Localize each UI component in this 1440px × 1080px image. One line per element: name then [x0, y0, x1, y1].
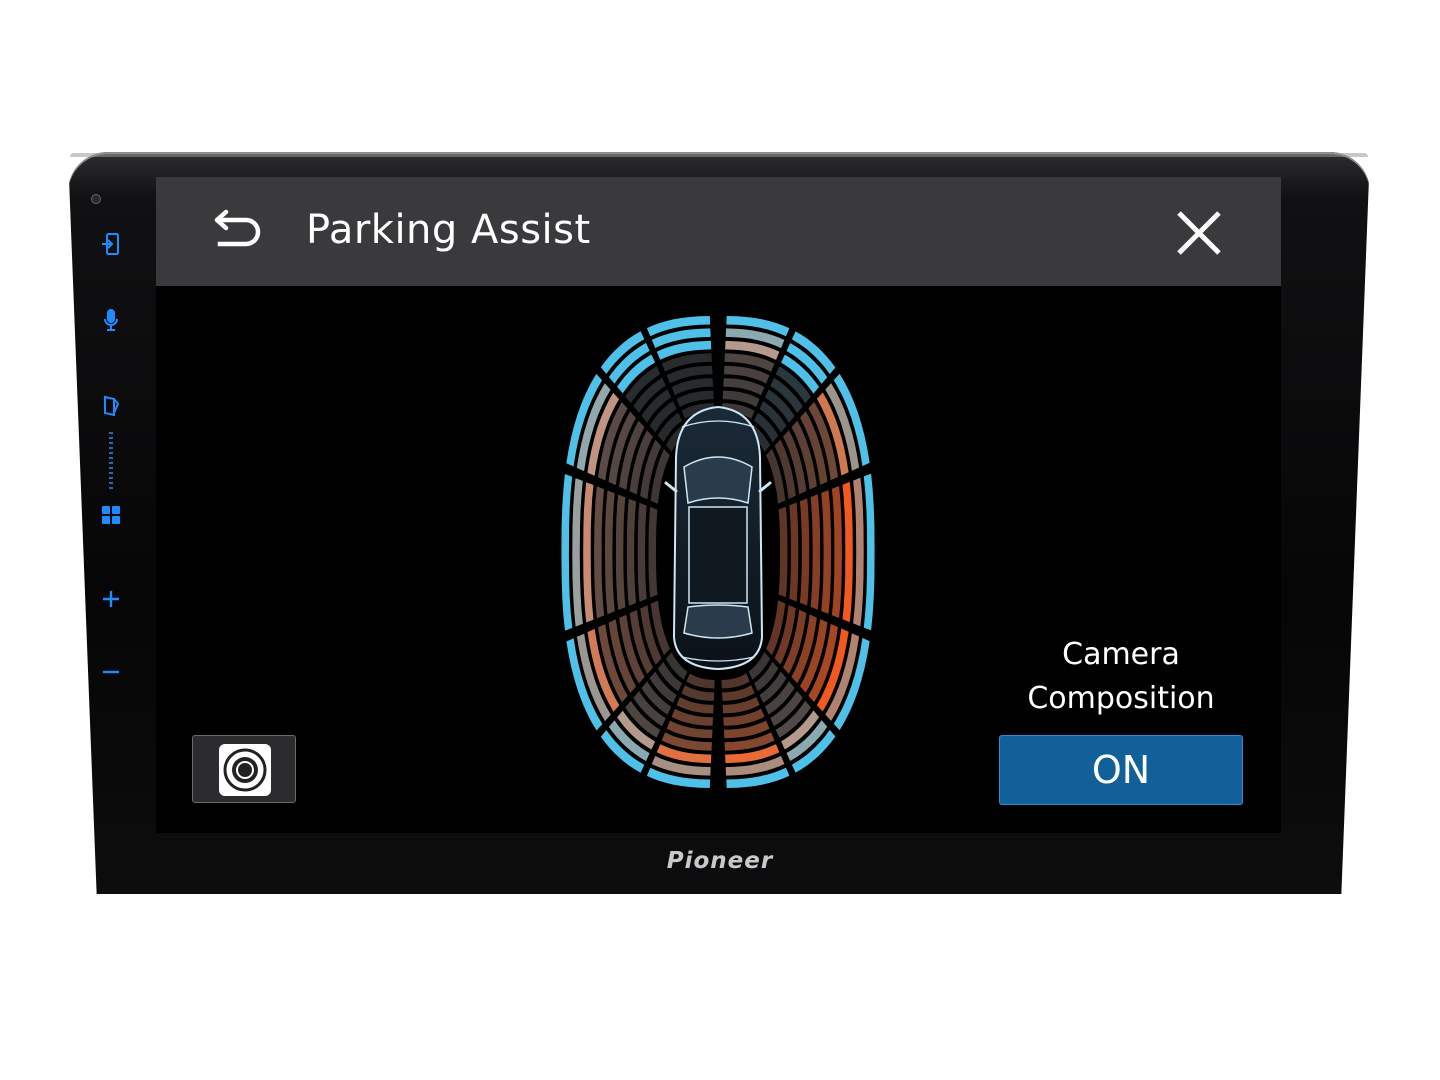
- camera-composition-toggle[interactable]: ON: [999, 735, 1243, 805]
- sensor-segment: [648, 506, 658, 598]
- sensor-segment: [853, 477, 864, 627]
- source-icon[interactable]: [99, 232, 123, 256]
- sensor-segment: [561, 474, 573, 631]
- back-arrow-icon: [214, 209, 261, 247]
- sensor-segment: [583, 482, 594, 623]
- sensor-segment: [626, 498, 637, 606]
- parking-sensor-display: [561, 316, 875, 788]
- sensor-segment: [686, 673, 715, 689]
- close-button[interactable]: [1171, 205, 1227, 261]
- back-button[interactable]: [206, 207, 270, 257]
- sensor-segment: [799, 498, 810, 606]
- sensor-segment: [821, 490, 831, 614]
- sensor-segment: [842, 481, 853, 623]
- sensor-segment: [605, 490, 615, 615]
- front-camera-lens: [91, 194, 101, 204]
- camera-composition-label: Camera Composition: [1027, 637, 1215, 716]
- sensor-segment: [810, 494, 821, 610]
- close-icon: [1177, 211, 1221, 255]
- sensor-segment: [778, 506, 788, 598]
- volume-up-icon[interactable]: [99, 587, 123, 611]
- display-screen: Parking Assist Camera Composition ON: [156, 177, 1281, 833]
- sensor-segment: [572, 478, 583, 627]
- sensor-segment: [615, 494, 626, 610]
- bezel-rim: [70, 153, 1368, 157]
- camera-icon: [219, 744, 271, 796]
- phone-link-icon[interactable]: [99, 394, 123, 418]
- sensor-segment: [789, 502, 799, 602]
- sensor-segment: [863, 473, 875, 631]
- page-title: Parking Assist: [306, 207, 591, 253]
- volume-level-indicator: [109, 432, 113, 490]
- sensor-segment: [637, 502, 647, 602]
- microphone-icon[interactable]: [99, 308, 123, 332]
- sensor-segment: [721, 673, 750, 689]
- sensor-segment: [831, 486, 842, 618]
- volume-down-icon[interactable]: [99, 660, 123, 684]
- title-bar: Parking Assist: [156, 177, 1281, 286]
- brand-logo: Pioneer: [666, 848, 774, 874]
- camera-view-button[interactable]: [192, 735, 296, 803]
- sensor-segment: [594, 486, 605, 619]
- apps-grid-icon[interactable]: [99, 503, 123, 527]
- car-icon: [664, 405, 772, 671]
- right-sensor-sector: [778, 473, 875, 631]
